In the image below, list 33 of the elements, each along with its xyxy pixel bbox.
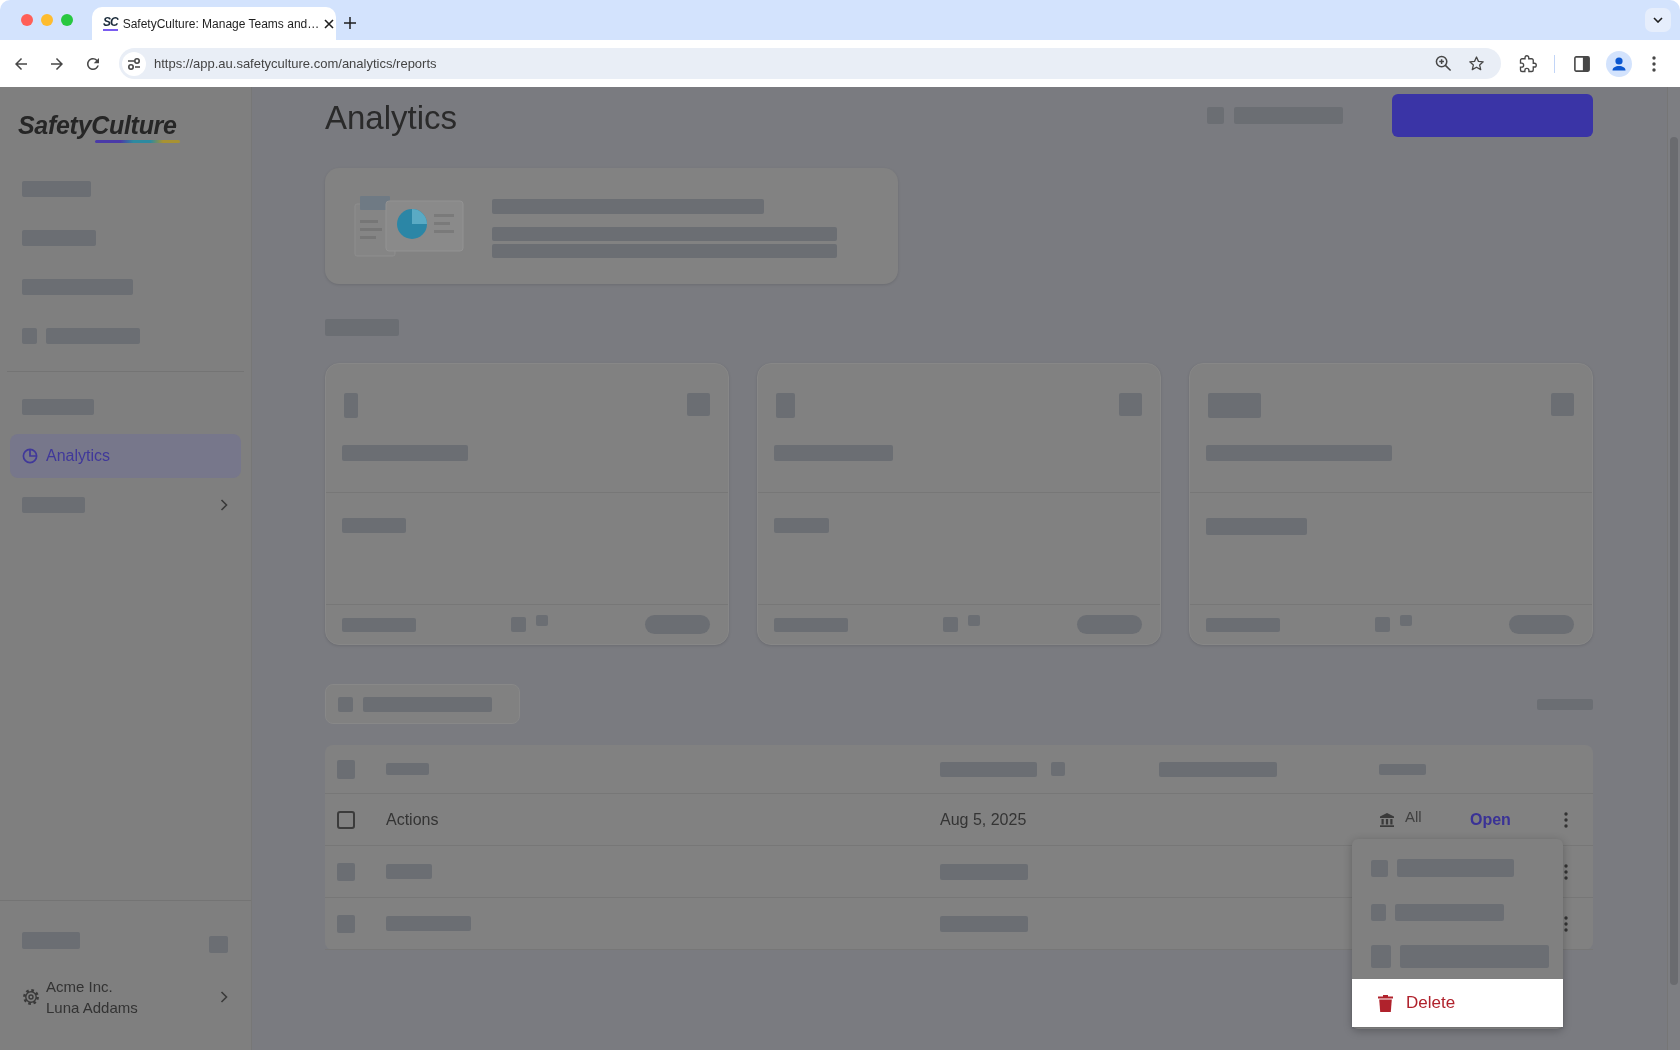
avatar-icon[interactable] — [1606, 50, 1632, 77]
address-bar[interactable]: https://app.au.safetyculture.com/analytics/reports — [119, 48, 1501, 79]
tab-favicon: SC — [103, 16, 118, 31]
pie-chart-icon — [22, 448, 38, 464]
chevron-down-icon — [1653, 17, 1663, 23]
row-checkbox[interactable] — [337, 810, 355, 829]
report-name: Actions — [386, 810, 439, 829]
trash-icon — [1378, 994, 1393, 1012]
maximize-window-icon[interactable] — [61, 14, 73, 26]
template-card[interactable] — [325, 363, 729, 645]
site-settings-icon[interactable] — [122, 51, 146, 76]
minimize-window-icon[interactable] — [41, 14, 53, 26]
template-card[interactable] — [1189, 363, 1593, 645]
more-icon[interactable] — [1652, 55, 1656, 72]
access-label: All — [1405, 808, 1422, 825]
puzzle-icon[interactable] — [1519, 54, 1537, 73]
report-date: Aug 5, 2025 — [940, 810, 1027, 829]
template-card[interactable] — [757, 363, 1161, 645]
filter-chip[interactable] — [325, 684, 520, 724]
browser-tab[interactable]: SC SafetyCulture: Manage Teams and… — [92, 7, 336, 40]
tab-search-button[interactable] — [1645, 8, 1671, 32]
scrollbar[interactable] — [1667, 87, 1680, 1050]
zoom-in-icon[interactable] — [1435, 55, 1452, 72]
settings-icon — [22, 988, 40, 1006]
plus-icon[interactable] — [344, 17, 356, 29]
bank-icon — [1379, 811, 1395, 828]
close-icon[interactable] — [324, 18, 335, 29]
close-window-icon[interactable] — [21, 14, 33, 26]
page-title: Analytics — [325, 97, 458, 138]
star-icon[interactable] — [1468, 55, 1485, 72]
logo-text: SafetyCulture — [18, 111, 177, 139]
menu-item[interactable]: Delete — [1352, 979, 1563, 1027]
side-panel-icon[interactable] — [1574, 55, 1590, 72]
